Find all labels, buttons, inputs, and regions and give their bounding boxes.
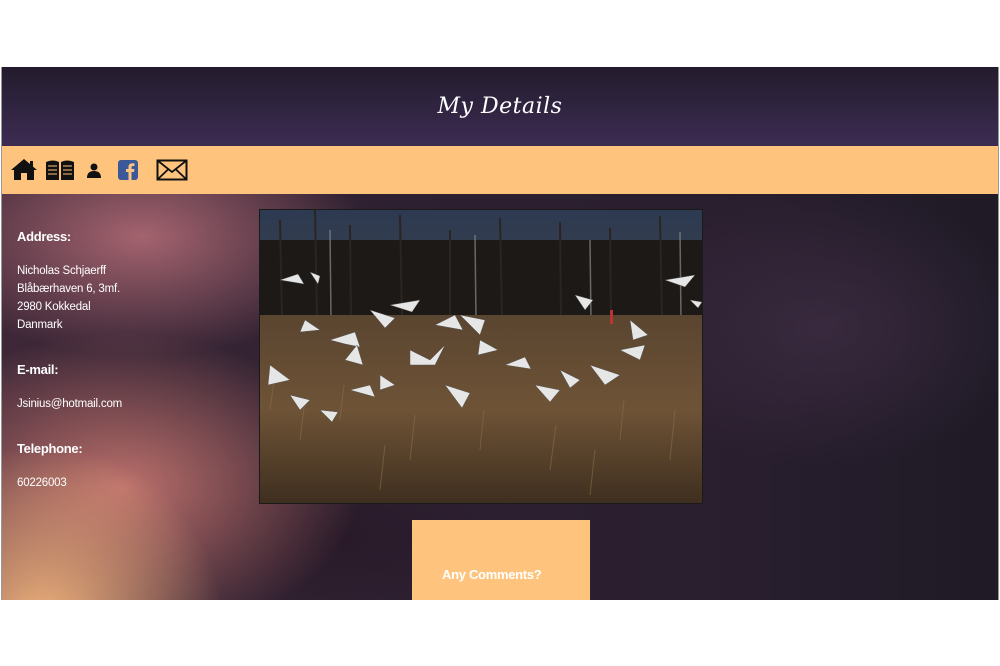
page-header: My Details <box>2 67 998 146</box>
facebook-icon[interactable] <box>118 160 138 180</box>
comments-box[interactable]: Any Comments? <box>412 520 590 600</box>
page-frame: My Details Address: Nicholas Schjaerff B… <box>1 67 999 600</box>
birds-photo <box>259 209 703 504</box>
envelope-icon[interactable] <box>156 158 188 182</box>
page-title: My Details <box>437 94 563 119</box>
telephone-value: 60226003 <box>17 477 67 489</box>
email-label: E-mail: <box>17 362 59 377</box>
address-line: 2980 Kokkedal <box>17 301 91 313</box>
address-line: Danmark <box>17 319 63 331</box>
telephone-label: Telephone: <box>17 441 83 456</box>
email-value: Jsinius@hotmail.com <box>17 398 123 410</box>
nav-bar <box>2 146 998 194</box>
contact-details: Address: Nicholas Schjaerff Blåbærhaven … <box>17 229 237 492</box>
user-icon[interactable] <box>86 162 102 178</box>
book-icon[interactable] <box>44 158 76 182</box>
comments-title: Any Comments? <box>442 567 542 582</box>
address-line: Nicholas Schjaerff <box>17 265 106 277</box>
home-icon[interactable] <box>10 158 38 182</box>
address-label: Address: <box>17 229 71 244</box>
address-line: Blåbærhaven 6, 3mf. <box>17 283 120 295</box>
